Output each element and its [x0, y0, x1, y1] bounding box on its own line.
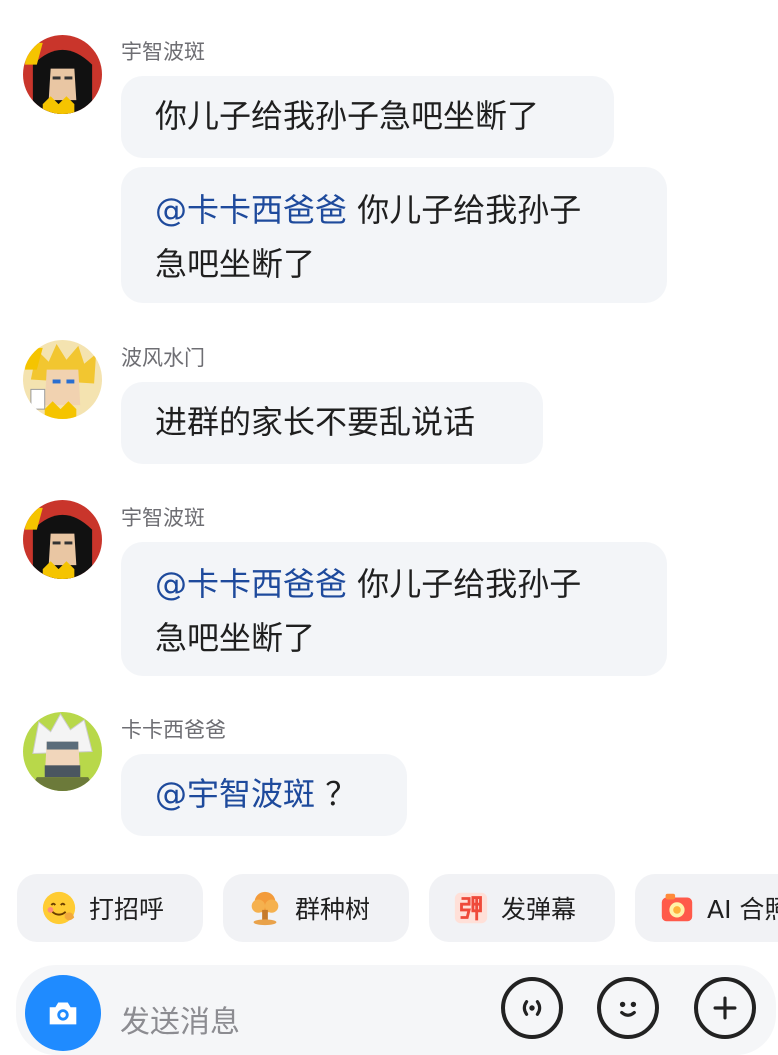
mention-link: @卡卡西爸爸	[155, 565, 348, 603]
quick-action-ai-photo[interactable]: AI 合照	[635, 874, 778, 942]
plus-icon	[713, 996, 737, 1020]
madara-avatar-icon[interactable]	[23, 500, 102, 579]
message-input-bar: 发送消息	[0, 965, 778, 1055]
message-bubble[interactable]: 你儿子给我孙子急吧坐断了	[121, 76, 614, 158]
message-line: 你儿子给我孙子急吧坐断了	[155, 97, 540, 135]
chip-label: 打招呼	[89, 895, 165, 924]
danmaku-icon	[451, 888, 491, 928]
message-line: 进群的家长不要乱说话	[155, 403, 476, 441]
camera-photo-icon	[657, 888, 697, 928]
sender-name: 波风水门	[121, 346, 205, 370]
chip-label: 发弹幕	[501, 895, 577, 924]
message-bubble[interactable]: 进群的家长不要乱说话	[121, 382, 543, 464]
chip-label: AI 合照	[707, 895, 778, 924]
wave-emoji-icon	[39, 888, 79, 928]
quick-action-greet[interactable]: 打招呼	[17, 874, 203, 942]
message-line: @卡卡西爸爸 你儿子给我孙子	[155, 565, 582, 603]
mention-link: @卡卡西爸爸	[155, 191, 348, 229]
emoji-icon	[619, 1001, 637, 1017]
quick-action-tree[interactable]: 群种树	[223, 874, 409, 942]
kakashi-avatar-icon[interactable]	[23, 712, 102, 791]
message-bubble[interactable]: @宇智波斑 ？	[121, 754, 407, 836]
emoji-button[interactable]	[597, 977, 659, 1039]
plus-button[interactable]	[694, 977, 756, 1039]
camera-button[interactable]	[25, 975, 101, 1051]
mention-link: @宇智波斑	[155, 775, 316, 813]
sender-name: 卡卡西爸爸	[121, 718, 226, 742]
message-line: 急吧坐断了	[155, 245, 316, 283]
message-line: @宇智波斑 ？	[155, 775, 358, 813]
message-line: @卡卡西爸爸 你儿子给我孙子	[155, 191, 582, 229]
input-placeholder: 发送消息	[120, 1005, 240, 1040]
camera-icon	[49, 1002, 77, 1025]
madara-avatar-icon[interactable]	[23, 35, 102, 114]
quick-action-danmaku[interactable]: 发弹幕	[429, 874, 615, 942]
voice-button[interactable]	[501, 977, 563, 1039]
message-bubble[interactable]: @卡卡西爸爸 你儿子给我孙子 急吧坐断了	[121, 167, 667, 303]
message-line: 急吧坐断了	[155, 619, 316, 657]
sender-name: 宇智波斑	[121, 40, 205, 64]
voice-icon	[522, 1000, 542, 1016]
chip-label: 群种树	[295, 895, 371, 924]
chat-area: 宇智波斑 你儿子给我孙子急吧坐断了 @卡卡西爸爸 你儿子给我孙子 急吧坐断了 波…	[0, 0, 778, 860]
quick-actions-row: 打招呼 群种树 发弹幕 AI 合照	[0, 874, 778, 942]
sender-name: 宇智波斑	[121, 506, 205, 530]
tree-icon	[245, 888, 285, 928]
message-bubble[interactable]: @卡卡西爸爸 你儿子给我孙子 急吧坐断了	[121, 542, 667, 676]
minato-avatar-icon[interactable]	[23, 340, 102, 419]
